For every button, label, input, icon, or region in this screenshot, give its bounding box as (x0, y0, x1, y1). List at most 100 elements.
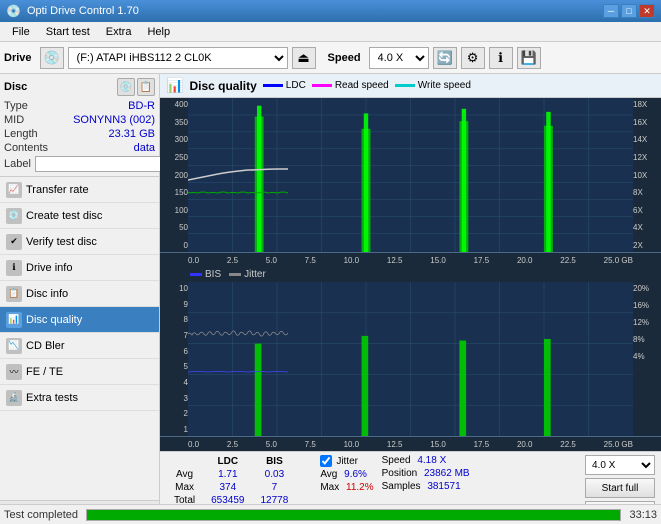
status-time: 33:13 (629, 509, 657, 521)
refresh-btn[interactable]: 🔄 (433, 47, 457, 69)
save-btn[interactable]: 💾 (517, 47, 541, 69)
chart2-y-right: 20% 16% 12% 8% 4% (633, 282, 661, 436)
speed-row: Speed 4.18 X (382, 455, 470, 466)
legend-ldc: LDC (263, 80, 306, 91)
disc-header: Disc 💿 📋 (4, 78, 155, 96)
avg-jitter-row: Avg 9.6% (320, 469, 373, 480)
legend-bis-color (190, 273, 202, 276)
chart-bis: 10 9 8 7 6 5 4 3 2 1 20% 16% 12% 8% 4% (160, 282, 661, 437)
legend-read-speed: Read speed (312, 80, 389, 91)
legend-read-label: Read speed (335, 80, 389, 91)
max-jitter-val: 11.2% (346, 482, 374, 493)
eject-btn[interactable]: ⏏ (292, 47, 316, 69)
disc-label-label: Label (4, 158, 31, 170)
samples-label: Samples (382, 481, 421, 492)
menu-file[interactable]: File (4, 24, 38, 40)
disc-length-row: Length 23.31 GB (4, 128, 155, 140)
nav-verify-disc-label: Verify test disc (26, 236, 97, 248)
disc-title: Disc (4, 81, 27, 93)
stats-avg-label: Avg (166, 468, 203, 481)
stats-max-bis: 7 (253, 481, 297, 494)
sidebar-item-verify-test-disc[interactable]: ✔ Verify test disc (0, 229, 159, 255)
disc-length-value: 23.31 GB (109, 128, 155, 140)
drive-icon-btn[interactable]: 💿 (40, 47, 64, 69)
stats-avg-row: Avg 1.71 0.03 (166, 468, 312, 481)
sidebar: Disc 💿 📋 Type BD-R MID SONYNN3 (002) Len… (0, 74, 160, 524)
disc-icon-btn2[interactable]: 📋 (137, 78, 155, 96)
menu-start-test[interactable]: Start test (38, 24, 98, 40)
create-disc-icon: 💿 (6, 208, 22, 224)
samples-val: 381571 (427, 481, 460, 492)
titlebar: 💿 Opti Drive Control 1.70 ─ □ ✕ (0, 0, 661, 22)
disc-type-value: BD-R (128, 100, 155, 112)
maximize-button[interactable]: □ (621, 4, 637, 18)
statusbar: Test completed 33:13 (0, 504, 661, 524)
disc-panel: Disc 💿 📋 Type BD-R MID SONYNN3 (002) Len… (0, 74, 159, 177)
drive-select[interactable]: (F:) ATAPI iHBS112 2 CL0K (68, 47, 288, 69)
drive-label: Drive (4, 52, 32, 64)
legend-ldc-color (263, 84, 283, 87)
sidebar-item-fe-te[interactable]: 〰 FE / TE (0, 359, 159, 385)
legend-write-label: Write speed (418, 80, 471, 91)
disc-info-icon: 📋 (6, 286, 22, 302)
legend-jitter-label: Jitter (244, 269, 266, 280)
stats-bis-header: BIS (253, 455, 297, 468)
main-layout: Disc 💿 📋 Type BD-R MID SONYNN3 (002) Len… (0, 74, 661, 524)
speed-col-label: Speed (382, 455, 411, 466)
jitter-label: Jitter (336, 456, 358, 467)
speed-section: Speed 4.18 X Position 23862 MB Samples 3… (382, 455, 470, 492)
disc-mid-label: MID (4, 114, 24, 126)
sidebar-item-transfer-rate[interactable]: 📈 Transfer rate (0, 177, 159, 203)
stats-max-ldc: 374 (203, 481, 252, 494)
extra-tests-icon: 🔬 (6, 390, 22, 406)
disc-mid-row: MID SONYNN3 (002) (4, 114, 155, 126)
disc-label-input[interactable] (35, 156, 173, 172)
speed-select[interactable]: 4.0 X (369, 47, 429, 69)
legend-write-color (395, 84, 415, 87)
close-button[interactable]: ✕ (639, 4, 655, 18)
menubar: File Start test Extra Help (0, 22, 661, 42)
quality-header: 📊 Disc quality LDC Read speed Write spee… (160, 74, 661, 98)
legend-ldc-label: LDC (286, 80, 306, 91)
jitter-checkbox[interactable] (320, 455, 332, 467)
chart2-legend: BIS Jitter (160, 267, 661, 282)
menu-help[interactable]: Help (139, 24, 178, 40)
start-full-btn[interactable]: Start full (585, 478, 655, 498)
info-btn[interactable]: ℹ (489, 47, 513, 69)
sidebar-item-create-test-disc[interactable]: 💿 Create test disc (0, 203, 159, 229)
nav-disc-quality-label: Disc quality (26, 314, 82, 326)
disc-contents-label: Contents (4, 142, 48, 154)
settings-btn[interactable]: ⚙ (461, 47, 485, 69)
chart1-y-left: 400 350 300 250 200 150 100 50 0 (160, 98, 188, 252)
avg-jitter-val: 9.6% (344, 469, 367, 480)
sidebar-item-extra-tests[interactable]: 🔬 Extra tests (0, 385, 159, 411)
position-val: 23862 MB (424, 468, 470, 479)
app-title: Opti Drive Control 1.70 (27, 5, 139, 17)
nav-items: 📈 Transfer rate 💿 Create test disc ✔ Ver… (0, 177, 159, 500)
chart-ldc: 400 350 300 250 200 150 100 50 0 18X 16X… (160, 98, 661, 253)
legend-jitter-color (229, 273, 241, 276)
sidebar-item-drive-info[interactable]: ℹ Drive info (0, 255, 159, 281)
stats-max-row: Max 374 7 (166, 481, 312, 494)
minimize-button[interactable]: ─ (603, 4, 619, 18)
menu-extra[interactable]: Extra (98, 24, 140, 40)
stats-avg-ldc: 1.71 (203, 468, 252, 481)
sidebar-item-cd-bler[interactable]: 📉 CD Bler (0, 333, 159, 359)
sidebar-item-disc-quality[interactable]: 📊 Disc quality (0, 307, 159, 333)
progress-bar-container (86, 509, 621, 521)
nav-transfer-rate-label: Transfer rate (26, 184, 89, 196)
sidebar-item-disc-info[interactable]: 📋 Disc info (0, 281, 159, 307)
avg-speed-val: 4.18 X (417, 455, 446, 466)
disc-icon-btn1[interactable]: 💿 (117, 78, 135, 96)
speed-dropdown[interactable]: 4.0 X (585, 455, 655, 475)
window-controls[interactable]: ─ □ ✕ (603, 4, 655, 18)
verify-disc-icon: ✔ (6, 234, 22, 250)
nav-cd-bler-label: CD Bler (26, 340, 65, 352)
disc-contents-row: Contents data (4, 142, 155, 154)
fe-te-icon: 〰 (6, 364, 22, 380)
disc-type-row: Type BD-R (4, 100, 155, 112)
position-label: Position (382, 468, 418, 479)
cd-bler-icon: 📉 (6, 338, 22, 354)
content-area: 📊 Disc quality LDC Read speed Write spee… (160, 74, 661, 524)
progress-bar-fill (87, 510, 620, 520)
